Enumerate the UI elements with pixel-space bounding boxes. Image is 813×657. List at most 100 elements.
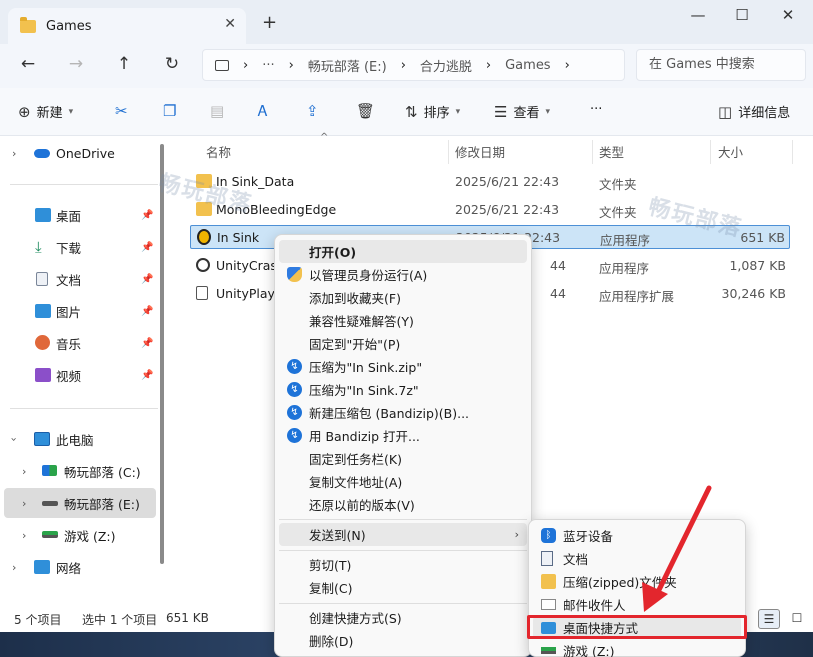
- menu-item-new-archive[interactable]: ↯ 新建压缩包 (Bandizip)(B)...: [279, 401, 527, 424]
- column-header-date[interactable]: 修改日期: [455, 142, 505, 161]
- view-label: 查看: [513, 106, 540, 121]
- menu-item-pin-start[interactable]: 固定到"开始"(P): [279, 332, 527, 355]
- send-to-bluetooth[interactable]: ᛒ 蓝牙设备: [533, 524, 741, 547]
- breadcrumb-item[interactable]: 合力逃脱: [420, 56, 472, 75]
- tab-title: Games: [46, 18, 92, 34]
- up-button[interactable]: ↑: [112, 54, 136, 74]
- close-button[interactable]: ✕: [773, 6, 803, 24]
- menu-item-copy-path[interactable]: 复制文件地址(A): [279, 470, 527, 493]
- new-tab-button[interactable]: +: [262, 12, 277, 33]
- paste-button[interactable]: ▤: [210, 102, 224, 120]
- view-button[interactable]: ☰ 查看 ▾: [494, 102, 550, 122]
- menu-item-cut[interactable]: 剪切(T): [279, 553, 527, 576]
- copy-button[interactable]: ❐: [163, 102, 176, 120]
- sidebar-item-drive-c[interactable]: › 畅玩部落 (C:): [0, 456, 158, 486]
- sidebar-item-drive-z[interactable]: › 游戏 (Z:): [0, 520, 158, 550]
- pin-icon[interactable]: 📌: [141, 242, 153, 253]
- menu-item-open[interactable]: 打开(O): [279, 240, 527, 263]
- more-button[interactable]: ···: [590, 102, 602, 117]
- column-separator[interactable]: [592, 140, 593, 164]
- pin-icon[interactable]: 📌: [141, 210, 153, 221]
- sort-icon: ⇅: [405, 102, 418, 121]
- sidebar-item-music[interactable]: 音乐 📌: [0, 328, 158, 358]
- pin-icon[interactable]: 📌: [141, 370, 153, 381]
- sidebar-item-documents[interactable]: 文档 📌: [0, 264, 158, 294]
- menu-item-copy[interactable]: 复制(C): [279, 576, 527, 599]
- tab-games[interactable]: Games ✕: [8, 8, 246, 44]
- search-input[interactable]: 在 Games 中搜索: [636, 49, 806, 81]
- column-separator[interactable]: [710, 140, 711, 164]
- tab-close-icon[interactable]: ✕: [224, 16, 236, 32]
- minimize-button[interactable]: —: [683, 6, 713, 24]
- forward-button[interactable]: →: [64, 54, 88, 74]
- menu-item-compatibility[interactable]: 兼容性疑难解答(Y): [279, 309, 527, 332]
- rename-button[interactable]: Ꭺ: [258, 102, 268, 120]
- video-icon: [35, 368, 51, 382]
- sidebar-divider: [10, 408, 158, 409]
- annotation-highlight-box: [527, 615, 747, 639]
- send-to-drive-z[interactable]: 游戏 (Z:): [533, 639, 741, 657]
- computer-icon: [215, 59, 229, 71]
- tiles-view-icon[interactable]: ☐: [786, 609, 808, 629]
- sort-button[interactable]: ⇅ 排序 ▾: [405, 102, 460, 122]
- breadcrumb-more[interactable]: ···: [262, 58, 274, 73]
- breadcrumb-item[interactable]: Games: [505, 58, 550, 73]
- breadcrumb-chevron-icon: ›: [400, 57, 406, 73]
- details-view-icon[interactable]: ☰: [758, 609, 780, 629]
- menu-item-compress-7z[interactable]: ↯ 压缩为"In Sink.7z": [279, 378, 527, 401]
- pin-icon[interactable]: 📌: [141, 338, 153, 349]
- refresh-button[interactable]: ↻: [160, 54, 184, 74]
- new-button[interactable]: ⊕ 新建 ▾: [18, 102, 73, 122]
- menu-item-send-to[interactable]: 发送到(N) ›: [279, 523, 527, 546]
- zip-folder-icon: [541, 574, 556, 589]
- selection-size: 651 KB: [166, 611, 209, 625]
- menu-item-delete[interactable]: 删除(D): [279, 629, 527, 652]
- sidebar-item-videos[interactable]: 视频 📌: [0, 360, 158, 390]
- sidebar-item-network[interactable]: › 网络: [0, 552, 158, 582]
- send-to-zip-folder[interactable]: 压缩(zipped)文件夹: [533, 570, 741, 593]
- breadcrumb-chevron-icon: ›: [243, 57, 249, 73]
- sidebar-scrollbar[interactable]: [160, 144, 164, 564]
- send-to-documents[interactable]: 文档: [533, 547, 741, 570]
- back-button[interactable]: ←: [16, 54, 40, 74]
- send-to-mail[interactable]: 邮件收件人: [533, 593, 741, 616]
- pin-icon[interactable]: 📌: [141, 274, 153, 285]
- column-header-name[interactable]: 名称: [206, 142, 231, 161]
- bandizip-icon: ↯: [287, 382, 302, 397]
- menu-item-pin-taskbar[interactable]: 固定到任务栏(K): [279, 447, 527, 470]
- menu-item-restore-versions[interactable]: 还原以前的版本(V): [279, 493, 527, 516]
- cut-button[interactable]: ✂: [115, 102, 128, 120]
- pin-icon[interactable]: 📌: [141, 306, 153, 317]
- menu-item-create-shortcut[interactable]: 创建快捷方式(S): [279, 606, 527, 629]
- computer-icon: [34, 432, 50, 446]
- sidebar-item-this-pc[interactable]: › 此电脑: [0, 424, 158, 454]
- sidebar-item-drive-e[interactable]: › 畅玩部落 (E:): [4, 488, 156, 518]
- scissors-icon: ✂: [115, 102, 128, 120]
- rename-icon: Ꭺ: [258, 102, 269, 120]
- column-separator[interactable]: [792, 140, 793, 164]
- sidebar-item-onedrive[interactable]: › OneDrive: [0, 138, 158, 168]
- uac-shield-icon: [287, 267, 302, 282]
- menu-item-run-as-admin[interactable]: 以管理员身份运行(A): [279, 263, 527, 286]
- share-icon: ⇪: [306, 102, 319, 120]
- file-row[interactable]: In Sink_Data 2025/6/21 22:43 文件夹: [190, 170, 790, 194]
- breadcrumb-item[interactable]: 畅玩部落 (E:): [308, 56, 387, 75]
- column-header-type[interactable]: 类型: [599, 142, 624, 161]
- maximize-button[interactable]: ☐: [727, 6, 757, 24]
- menu-item-compress-zip[interactable]: ↯ 压缩为"In Sink.zip": [279, 355, 527, 378]
- share-button[interactable]: ⇪: [306, 102, 319, 120]
- column-separator[interactable]: [448, 140, 449, 164]
- context-menu: 打开(O) 以管理员身份运行(A) 添加到收藏夹(F) 兼容性疑难解答(Y) 固…: [274, 234, 532, 657]
- chevron-right-icon: ›: [22, 464, 27, 478]
- menu-item-bandizip-open[interactable]: ↯ 用 Bandizip 打开...: [279, 424, 527, 447]
- menu-item-add-favorites[interactable]: 添加到收藏夹(F): [279, 286, 527, 309]
- sidebar-item-downloads[interactable]: ⤓ 下载 📌: [0, 232, 158, 262]
- address-bar[interactable]: › ··· › 畅玩部落 (E:) › 合力逃脱 › Games ›: [202, 49, 625, 81]
- sidebar-item-pictures[interactable]: 图片 📌: [0, 296, 158, 326]
- chevron-right-icon: ›: [22, 528, 27, 542]
- delete-button[interactable]: 🗑: [356, 102, 375, 120]
- column-header-size[interactable]: 大小: [718, 142, 743, 161]
- details-button[interactable]: ◫ 详细信息: [718, 102, 790, 122]
- sidebar-item-desktop[interactable]: 桌面 📌: [0, 200, 158, 230]
- trash-icon: 🗑: [356, 102, 376, 120]
